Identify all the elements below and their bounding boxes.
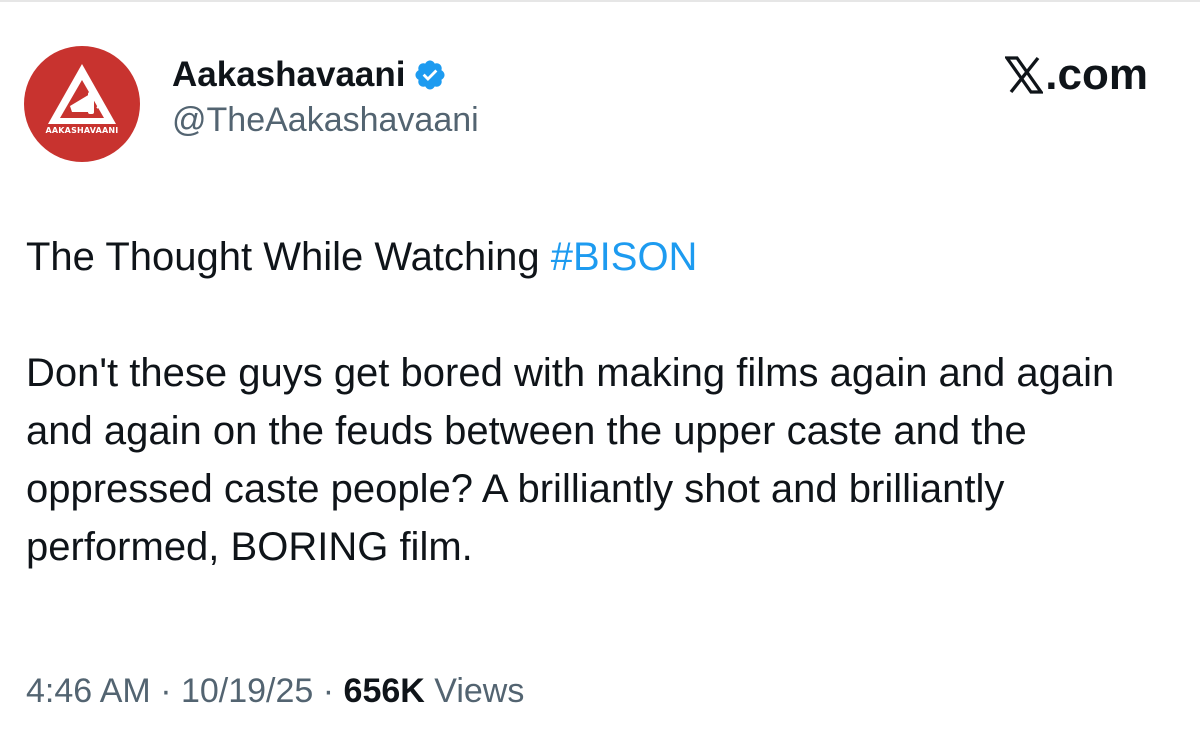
handle[interactable]: @TheAakashavaani bbox=[172, 101, 479, 140]
avatar[interactable]: AAKASHAVAANI bbox=[24, 46, 140, 162]
tweet-intro-text: The Thought While Watching bbox=[26, 235, 551, 279]
tweet-line-1: The Thought While Watching #BISON bbox=[26, 228, 1176, 286]
name-row: Aakashavaani bbox=[172, 52, 447, 98]
verified-badge-icon[interactable] bbox=[413, 58, 447, 92]
tweet-body: Don't these guys get bored with making f… bbox=[26, 351, 1126, 569]
brand-label: .com bbox=[1045, 50, 1148, 99]
tweet-text: The Thought While Watching #BISON Don't … bbox=[26, 228, 1176, 576]
avatar-text: AAKASHAVAANI bbox=[45, 126, 119, 135]
views-label: Views bbox=[424, 672, 525, 710]
tweet-time[interactable]: 4:46 AM bbox=[26, 672, 151, 710]
meta-separator: · bbox=[150, 672, 181, 710]
tweet-date[interactable]: 10/19/25 bbox=[181, 672, 313, 710]
display-name[interactable]: Aakashavaani bbox=[172, 55, 405, 95]
views-count[interactable]: 656K bbox=[344, 672, 425, 710]
tweet-card: AAKASHAVAANI Aakashavaani @TheAakashavaa… bbox=[0, 0, 1200, 734]
hashtag-link[interactable]: #BISON bbox=[551, 235, 698, 279]
tweet-meta: 4:46 AM · 10/19/25 · 656K Views bbox=[26, 672, 524, 711]
meta-separator: · bbox=[313, 672, 344, 710]
x-logo-icon bbox=[1004, 55, 1045, 95]
avatar-logo-icon bbox=[48, 64, 116, 124]
brand-watermark: .com bbox=[1004, 50, 1148, 100]
